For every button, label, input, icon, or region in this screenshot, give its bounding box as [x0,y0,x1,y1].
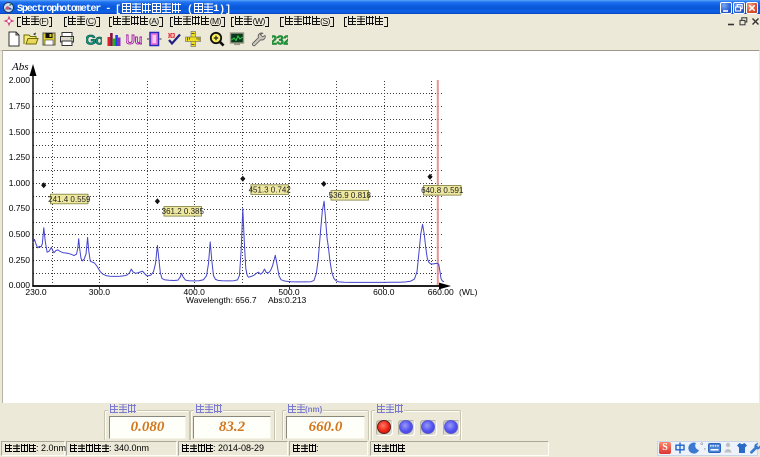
svg-text:OK: OK [167,33,175,39]
svg-text:230.0: 230.0 [25,287,47,297]
svg-text:300.0: 300.0 [89,287,111,297]
svg-text:0.250: 0.250 [9,255,31,265]
svg-text:1.750: 1.750 [9,101,31,111]
svg-text:2.000: 2.000 [9,75,31,85]
svg-text:640.8 0.591: 640.8 0.591 [421,186,464,195]
svg-text:Abs:0.213: Abs:0.213 [268,295,307,305]
svg-text:Abs: Abs [11,61,29,73]
svg-text:1.000: 1.000 [9,178,31,188]
svg-text:232: 232 [272,32,288,47]
svg-text:0.750: 0.750 [9,203,31,213]
svg-text:(WL): (WL) [459,287,478,297]
svg-text:241.4 0.559: 241.4 0.559 [48,195,91,204]
svg-text:600.0: 600.0 [373,287,395,297]
svg-text:0.500: 0.500 [9,229,31,239]
svg-text:1.250: 1.250 [9,152,31,162]
svg-text:660.00: 660.00 [428,287,454,297]
svg-text:361.2 0.385: 361.2 0.385 [162,207,205,216]
svg-text:Wavelength: 656.7: Wavelength: 656.7 [186,295,257,305]
svg-text:Uu: Uu [126,32,142,47]
svg-text:451.3 0.742: 451.3 0.742 [249,185,292,194]
svg-text:Go: Go [86,31,102,47]
svg-text:536.9 0.818: 536.9 0.818 [329,191,372,200]
svg-text:1.500: 1.500 [9,127,31,137]
